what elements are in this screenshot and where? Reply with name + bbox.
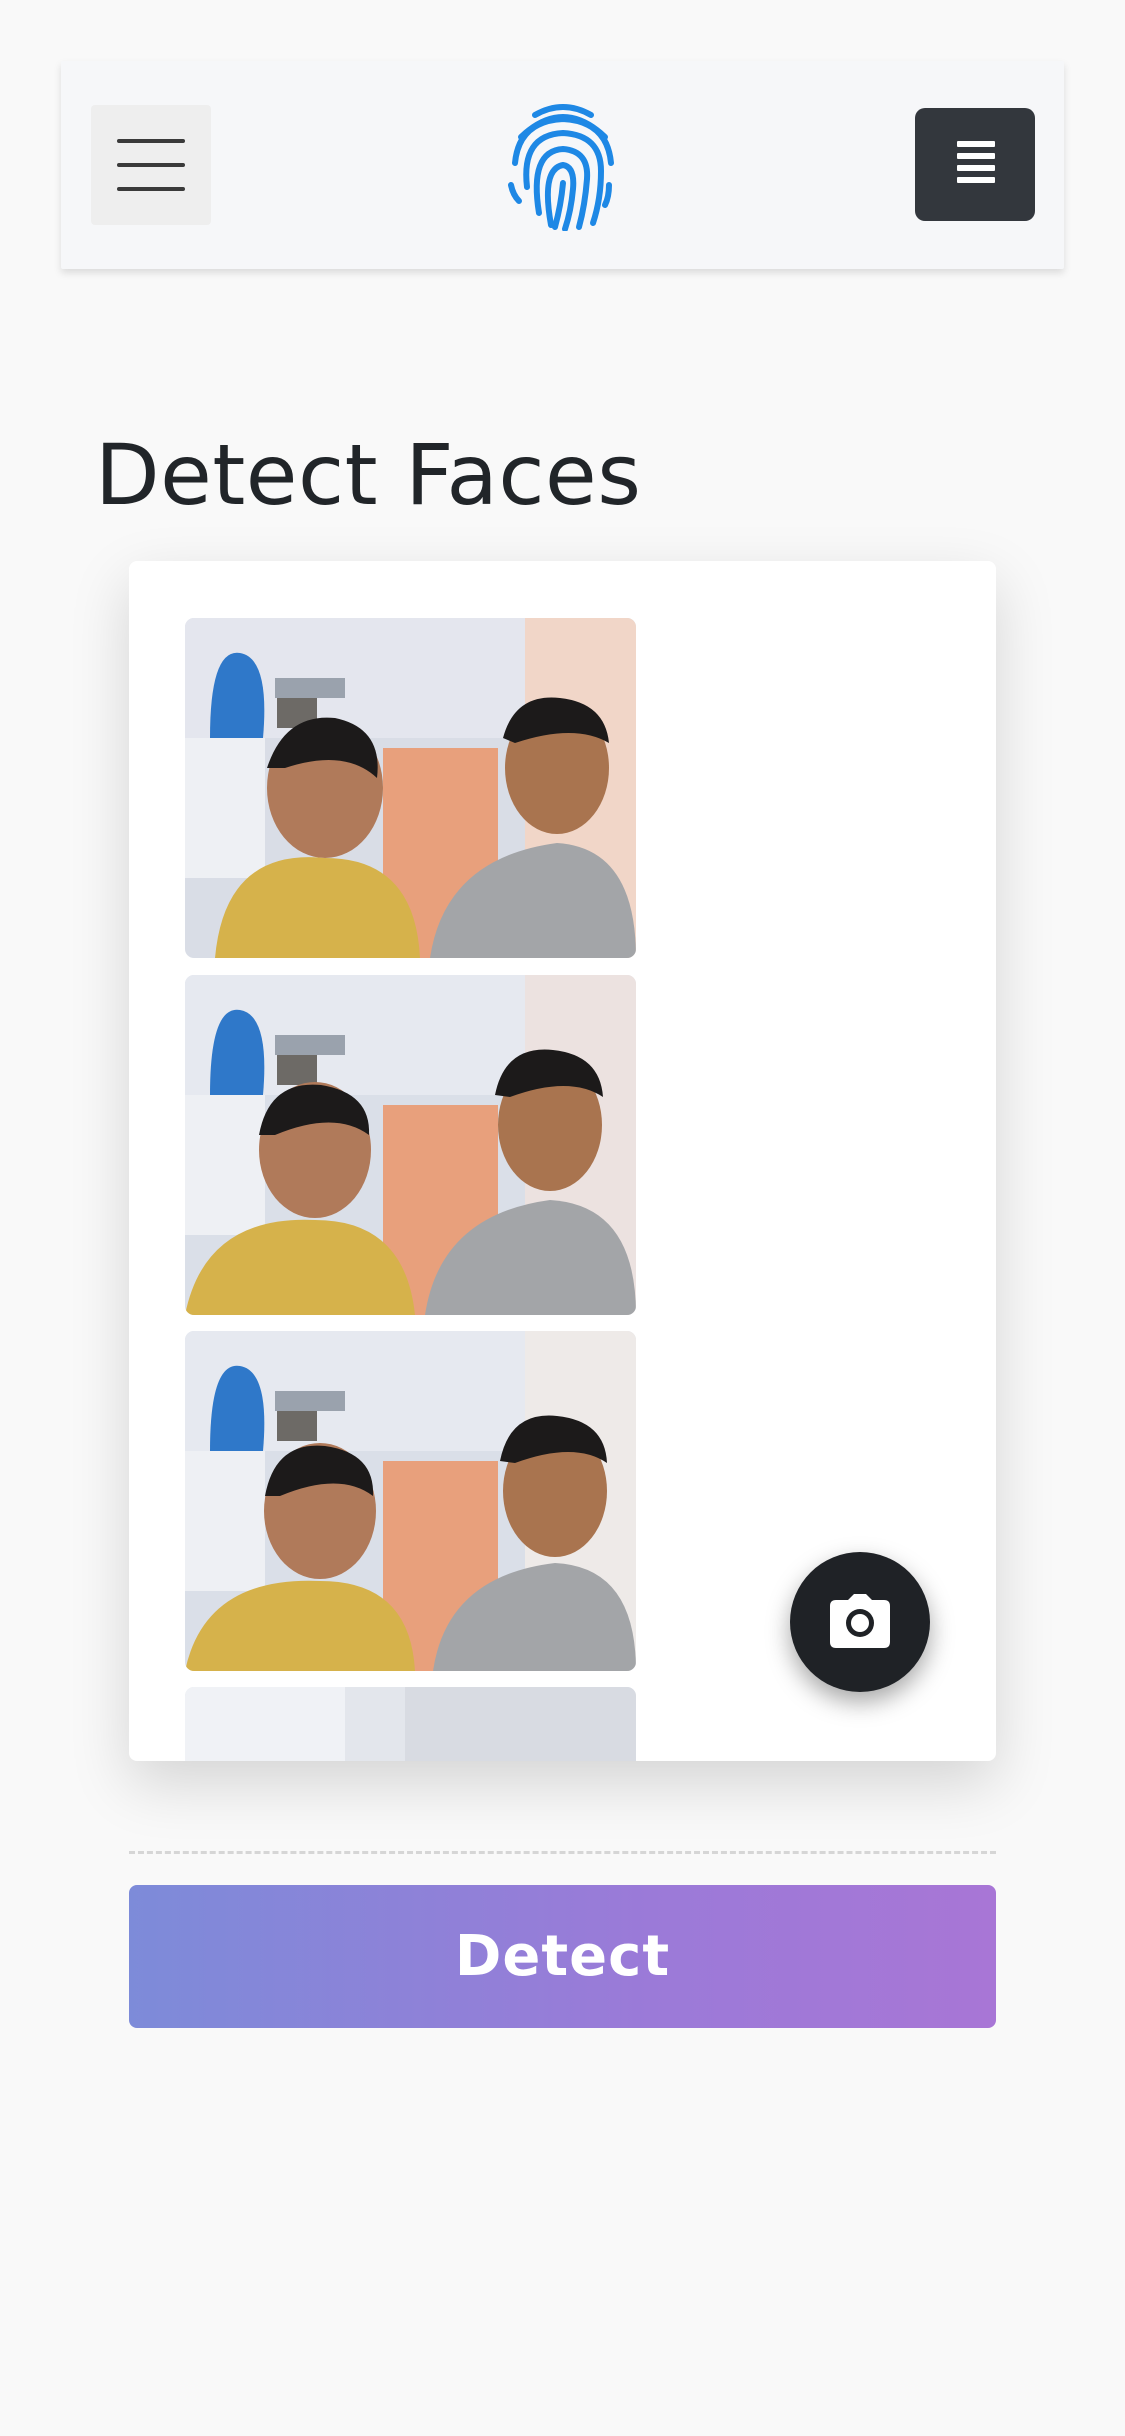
fingerprint-logo xyxy=(505,101,621,232)
capture-photo-button[interactable] xyxy=(790,1552,930,1692)
captured-photo[interactable] xyxy=(185,1687,636,1761)
captured-photo[interactable] xyxy=(185,618,636,958)
camera-icon xyxy=(830,1594,890,1648)
captured-photo[interactable] xyxy=(185,1331,636,1671)
app-screen: Detect Faces Detect xyxy=(0,0,1125,2436)
dashed-divider xyxy=(129,1851,996,1854)
detect-button[interactable]: Detect xyxy=(129,1885,996,2028)
menu-button[interactable] xyxy=(91,105,211,225)
fingerprint-icon xyxy=(508,104,614,232)
captured-photo[interactable] xyxy=(185,975,636,1315)
page-title: Detect Faces xyxy=(95,426,642,524)
top-navbar xyxy=(61,61,1064,269)
list-button[interactable] xyxy=(915,108,1035,221)
